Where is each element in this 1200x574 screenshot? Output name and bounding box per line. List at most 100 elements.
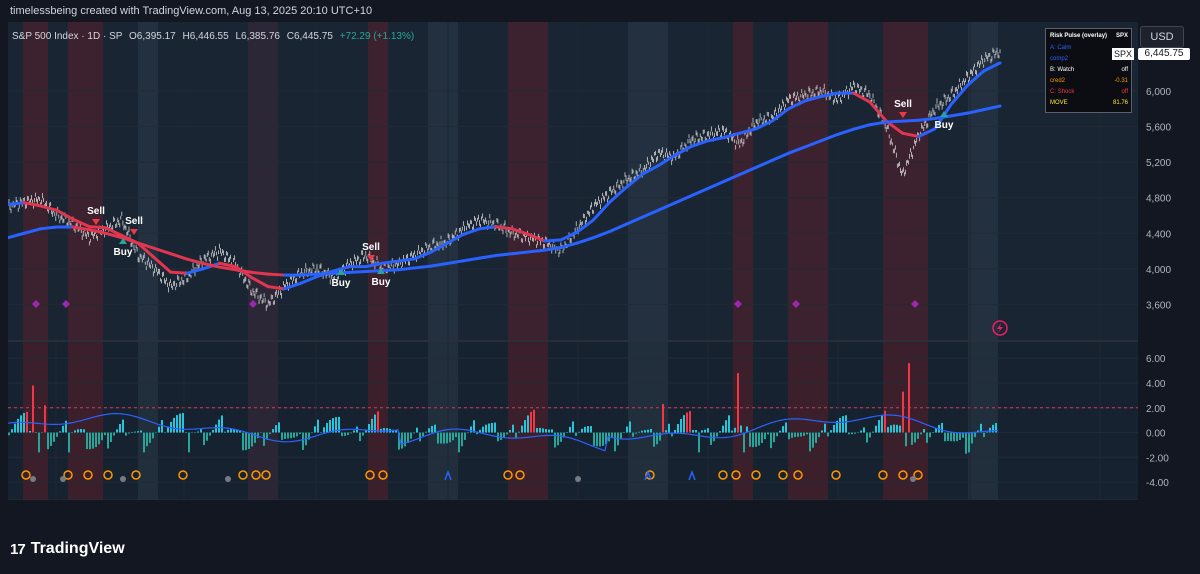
chart-svg[interactable]: SellSellBuySellBuyBuySellBuy 2022Jul2023… <box>6 22 1138 519</box>
osc-bar <box>104 432 106 436</box>
osc-bar <box>227 429 229 433</box>
osc-bar <box>50 432 52 447</box>
osc-bar <box>743 432 745 453</box>
regime-band <box>68 22 103 340</box>
osc-bar <box>422 432 424 437</box>
osc-bar <box>956 432 958 442</box>
regime-band <box>428 342 458 500</box>
osc-bar <box>797 432 799 437</box>
osc-bar <box>311 432 313 434</box>
osc-bar <box>677 424 679 433</box>
close-value: C6,445.75 <box>286 31 333 42</box>
osc-bar <box>278 422 280 433</box>
osc-bar <box>143 432 145 453</box>
regime-band <box>68 342 103 500</box>
osc-bar <box>764 432 766 440</box>
osc-bar <box>740 425 742 433</box>
osc-bar <box>293 432 295 438</box>
slow-ma-segment <box>396 266 417 272</box>
osc-bar <box>41 432 43 434</box>
osc-bar <box>194 432 196 434</box>
osc-bar <box>212 430 214 433</box>
osc-bar <box>554 432 556 448</box>
osc-bar <box>806 432 808 435</box>
osc-bar <box>971 432 973 444</box>
osc-bar <box>323 427 325 433</box>
chart-area[interactable]: SellSellBuySellBuyBuySellBuy 2022Jul2023… <box>6 22 1138 519</box>
price-tick-label: 6,000 <box>1146 87 1171 98</box>
osc-bar <box>575 432 577 436</box>
osc-bar <box>38 432 40 453</box>
osc-bar <box>242 432 244 451</box>
fast-ma-segment <box>6 201 26 206</box>
osc-bar <box>773 432 775 443</box>
osc-bar <box>839 417 841 433</box>
osc-bar <box>560 432 562 442</box>
osc-bar <box>482 426 484 433</box>
osc-bar <box>332 418 334 433</box>
osc-bar <box>587 426 589 433</box>
osc-bar <box>59 431 61 433</box>
osc-bar <box>896 424 898 433</box>
osc-bar <box>20 415 22 433</box>
osc-tick-label: -4.00 <box>1146 478 1169 489</box>
osc-bar <box>134 431 136 433</box>
osc-bar <box>755 432 757 447</box>
osc-bar <box>551 429 553 433</box>
osc-bar <box>68 432 70 453</box>
osc-bar <box>620 432 622 439</box>
osc-bar <box>686 412 688 433</box>
osc-bar <box>650 428 652 433</box>
osc-bar <box>572 421 574 433</box>
osc-bar <box>878 420 880 433</box>
osc-bar <box>761 432 763 443</box>
osc-bar <box>866 432 868 443</box>
osc-bar <box>581 428 583 433</box>
attribution-bar: timelessbeing created with TradingView.c… <box>0 0 1200 22</box>
osc-bar <box>14 423 16 433</box>
osc-bar <box>902 391 904 433</box>
osc-bar <box>779 430 781 433</box>
osc-bar <box>131 432 133 433</box>
osc-bar <box>569 426 571 433</box>
slow-ma-segment <box>900 118 921 123</box>
osc-bar <box>524 420 526 433</box>
osc-bar <box>872 431 874 433</box>
grey-dot-icon <box>30 476 36 482</box>
legend-title-right: SPX <box>1115 33 1128 39</box>
osc-bar <box>911 432 913 445</box>
osc-bar <box>629 421 631 433</box>
osc-bar <box>461 432 463 447</box>
osc-bar <box>887 427 889 433</box>
osc-bar <box>767 432 769 435</box>
osc-bar <box>752 432 754 448</box>
osc-bar <box>728 415 730 433</box>
tradingview-logo[interactable]: 17 TradingView <box>10 540 125 558</box>
osc-bar <box>83 429 85 433</box>
legend-row-value: -0.31 <box>1114 78 1128 84</box>
osc-bar <box>353 430 355 433</box>
osc-bar <box>824 423 826 433</box>
legend-row-label: B: Watch <box>1050 67 1075 73</box>
osc-bar <box>848 432 850 435</box>
legend-row-label: A: Calm <box>1050 45 1072 51</box>
currency-button[interactable]: USD <box>1140 26 1184 48</box>
osc-bar <box>920 432 922 435</box>
osc-bar <box>119 423 121 433</box>
slow-ma-segment <box>510 250 530 256</box>
symbol-legend: S&P 500 Index · 1D · SP O6,395.17 H6,446… <box>12 31 414 42</box>
regime-band <box>508 22 548 340</box>
osc-bar <box>926 432 928 443</box>
buy-signal-label: Buy <box>114 247 133 258</box>
osc-bar <box>44 405 46 433</box>
price-axis[interactable]: 3,600 4,000 4,400 4,800 5,200 5,600 6,000 -4.00… <box>1138 22 1200 500</box>
osc-bar <box>284 432 286 439</box>
osc-bar <box>95 432 97 448</box>
slow-ma-segment <box>917 117 937 122</box>
osc-bar <box>542 428 544 433</box>
osc-bar <box>539 427 541 433</box>
osc-bar <box>449 432 451 443</box>
osc-bar <box>386 428 388 433</box>
osc-bar <box>719 431 721 433</box>
osc-bar <box>488 423 490 433</box>
